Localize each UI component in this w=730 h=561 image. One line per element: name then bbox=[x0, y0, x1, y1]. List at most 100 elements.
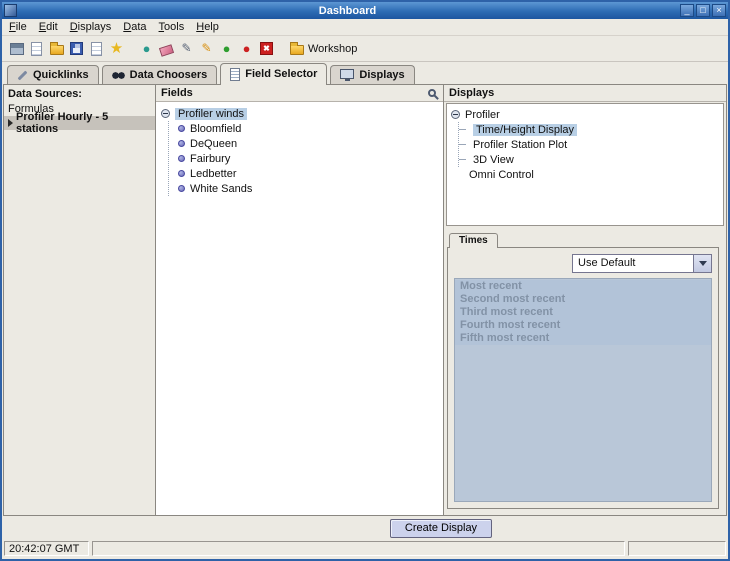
tab-quicklinks[interactable]: Quicklinks bbox=[7, 65, 99, 84]
tree-node-root[interactable]: Profiler bbox=[451, 107, 719, 122]
menu-displays[interactable]: Displays bbox=[66, 20, 120, 34]
time-list-item[interactable]: Fifth most recent bbox=[455, 332, 711, 345]
time-list-item[interactable]: Fourth most recent bbox=[455, 319, 711, 332]
fields-tree-children: Bloomfield DeQueen Fairbury Ledbetter bbox=[168, 121, 438, 196]
field-selector-panel: Data Sources: Formulas Profiler Hourly -… bbox=[3, 84, 727, 516]
new-bundle-icon bbox=[31, 42, 42, 56]
fields-header-label: Fields bbox=[161, 87, 193, 99]
tree-node-label: White Sands bbox=[190, 183, 252, 195]
menu-help[interactable]: Help bbox=[192, 20, 227, 34]
dropdown-button[interactable] bbox=[693, 255, 711, 272]
favorites-icon[interactable]: ★ bbox=[108, 40, 125, 57]
times-combo-row: Use Default bbox=[454, 254, 712, 273]
history-icon[interactable]: ● bbox=[138, 40, 155, 57]
create-display-button[interactable]: Create Display bbox=[390, 519, 492, 538]
run-icon[interactable]: ● bbox=[218, 40, 235, 57]
data-sources-header: Data Sources: bbox=[4, 85, 155, 102]
tree-node-label: Profiler winds bbox=[175, 108, 247, 120]
tab-data-choosers[interactable]: Data Choosers bbox=[102, 65, 218, 84]
show-dashboard-icon bbox=[10, 43, 24, 55]
tree-node[interactable]: Ledbetter bbox=[169, 166, 438, 181]
time-list-item[interactable]: Third most recent bbox=[455, 306, 711, 319]
tree-expand-handle-icon[interactable] bbox=[451, 110, 460, 119]
tree-connector bbox=[459, 159, 466, 160]
menu-file[interactable]: File bbox=[5, 20, 35, 34]
fields-header: Fields bbox=[156, 85, 443, 102]
times-list: Most recent Second most recent Third mos… bbox=[454, 278, 712, 502]
fields-panel: Fields Profiler winds Bloomfield DeQueen bbox=[156, 85, 444, 515]
main-tabs: Quicklinks Data Choosers Field Selector … bbox=[2, 62, 728, 84]
displays-panel: Displays Profiler Time/Height Display Pr… bbox=[444, 85, 726, 515]
tab-label: Quicklinks bbox=[33, 69, 89, 81]
minimize-button[interactable]: _ bbox=[680, 4, 694, 17]
erase-icon bbox=[159, 44, 174, 57]
tree-connector bbox=[459, 144, 466, 145]
tree-node-label: Profiler bbox=[465, 109, 500, 121]
leaf-icon bbox=[178, 185, 185, 192]
monitor-icon bbox=[340, 69, 354, 79]
data-source-label: Profiler Hourly - 5 stations bbox=[16, 111, 151, 135]
close-button[interactable]: × bbox=[712, 4, 726, 17]
quicklinks-icon bbox=[18, 70, 28, 80]
workshop-label: Workshop bbox=[308, 43, 357, 55]
tree-node-label: 3D View bbox=[473, 154, 514, 166]
tree-node[interactable]: 3D View bbox=[459, 152, 719, 167]
tree-expand-handle-icon[interactable] bbox=[161, 109, 170, 118]
leaf-icon bbox=[178, 170, 185, 177]
window-title: Dashboard bbox=[17, 5, 678, 17]
selection-arrow-icon bbox=[8, 119, 13, 127]
menubar: File Edit Displays Data Tools Help bbox=[2, 19, 728, 36]
time-list-item[interactable]: Most recent bbox=[455, 280, 711, 293]
menu-tools[interactable]: Tools bbox=[155, 20, 193, 34]
clock-field: 20:42:07 GMT bbox=[4, 541, 89, 556]
tree-node[interactable]: Omni Control bbox=[451, 167, 719, 182]
tree-node-label: DeQueen bbox=[190, 138, 237, 150]
window-menu-icon[interactable] bbox=[4, 4, 17, 17]
tree-node-label: Ledbetter bbox=[190, 168, 236, 180]
tab-times[interactable]: Times bbox=[449, 233, 498, 248]
workshop-group[interactable]: Workshop bbox=[290, 42, 357, 55]
data-source-item-selected[interactable]: Profiler Hourly - 5 stations bbox=[4, 116, 155, 130]
field-selector-icon bbox=[230, 68, 240, 81]
times-mode-dropdown[interactable]: Use Default bbox=[572, 254, 712, 273]
tree-node-root[interactable]: Profiler winds bbox=[161, 106, 438, 121]
menu-edit[interactable]: Edit bbox=[35, 20, 66, 34]
data-sources-panel: Data Sources: Formulas Profiler Hourly -… bbox=[4, 85, 156, 515]
draw-icon[interactable]: ✎ bbox=[178, 40, 195, 57]
tab-displays[interactable]: Displays bbox=[330, 65, 414, 84]
tree-node[interactable]: Fairbury bbox=[169, 151, 438, 166]
tree-node[interactable]: White Sands bbox=[169, 181, 438, 196]
tree-node-label: Profiler Station Plot bbox=[473, 139, 567, 151]
search-icon[interactable] bbox=[428, 89, 436, 97]
binoculars-icon bbox=[112, 71, 125, 80]
tab-field-selector[interactable]: Field Selector bbox=[220, 63, 327, 85]
displays-header: Displays bbox=[444, 85, 726, 102]
displays-tree-children: Time/Height Display Profiler Station Plo… bbox=[458, 122, 719, 167]
tab-label: Displays bbox=[359, 69, 404, 81]
tab-label: Data Choosers bbox=[130, 69, 208, 81]
stop-loads-icon: ✖ bbox=[260, 42, 273, 55]
tree-node-label: Time/Height Display bbox=[473, 124, 577, 136]
time-list-item[interactable]: Second most recent bbox=[455, 293, 711, 306]
tree-node[interactable]: Profiler Station Plot bbox=[459, 137, 719, 152]
dropdown-value: Use Default bbox=[573, 255, 693, 272]
print-icon bbox=[91, 42, 102, 56]
fields-tree: Profiler winds Bloomfield DeQueen Fairbu… bbox=[156, 102, 443, 200]
edit-icon[interactable]: ✎ bbox=[198, 40, 215, 57]
memory-field bbox=[628, 541, 726, 556]
leaf-icon bbox=[178, 140, 185, 147]
maximize-button[interactable]: □ bbox=[696, 4, 710, 17]
tree-node[interactable]: Bloomfield bbox=[169, 121, 438, 136]
tree-node-selected[interactable]: Time/Height Display bbox=[459, 122, 719, 137]
save-bundle-icon bbox=[70, 42, 83, 55]
record-icon[interactable]: ● bbox=[238, 40, 255, 57]
toolbar: ★ ● ✎ ✎ ● ● ✖ Workshop bbox=[2, 36, 728, 62]
titlebar: Dashboard _ □ × bbox=[2, 2, 728, 19]
tree-node[interactable]: DeQueen bbox=[169, 136, 438, 151]
statusbar: 20:42:07 GMT bbox=[2, 540, 728, 559]
leaf-icon bbox=[178, 125, 185, 132]
chevron-down-icon bbox=[699, 261, 707, 266]
bottom-button-row: Create Display bbox=[2, 516, 728, 540]
open-bundle-icon bbox=[50, 45, 64, 55]
menu-data[interactable]: Data bbox=[119, 20, 154, 34]
